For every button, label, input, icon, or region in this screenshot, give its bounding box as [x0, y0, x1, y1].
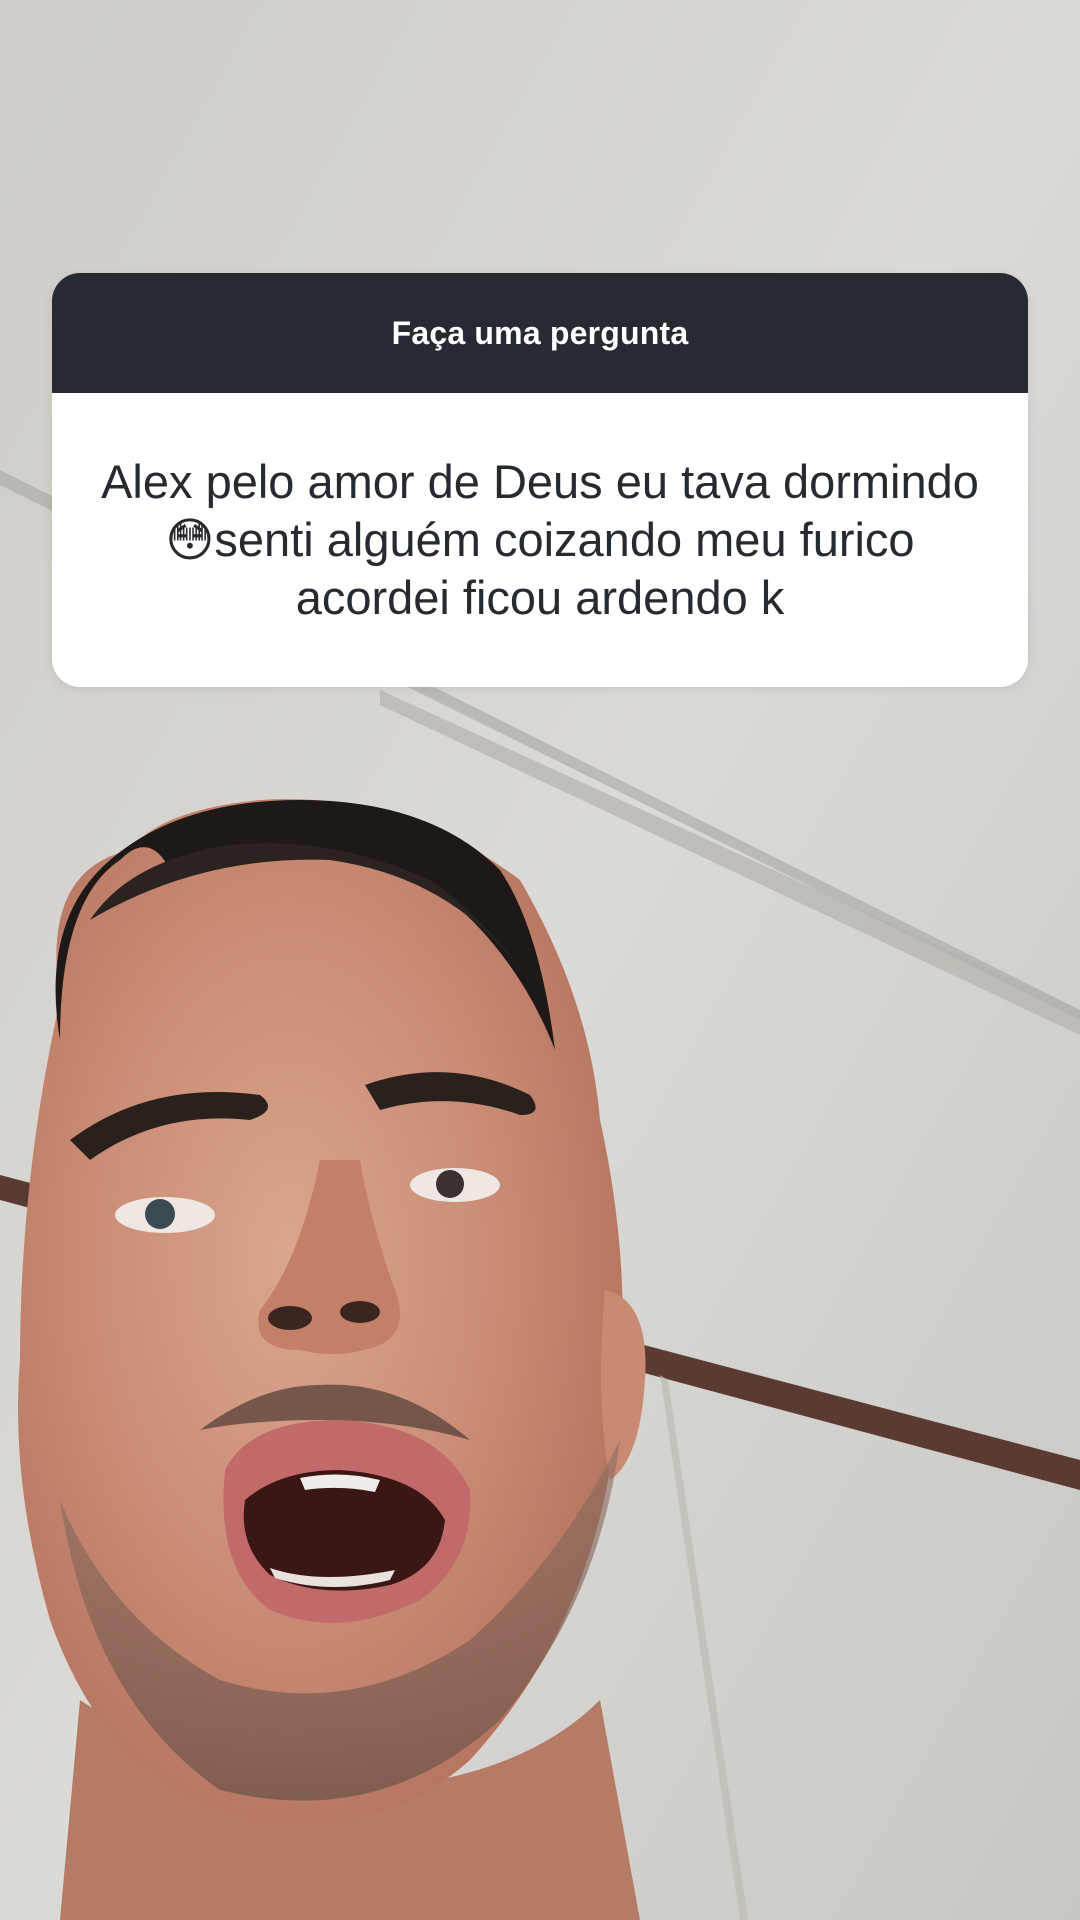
question-sticker-body: Alex pelo amor de Deus eu tava dormindo😳… — [52, 393, 1028, 687]
question-sticker-header: Faça uma pergunta — [52, 273, 1028, 393]
question-sticker[interactable]: Faça uma pergunta Alex pelo amor de Deus… — [52, 273, 1028, 687]
question-sticker-title: Faça uma pergunta — [391, 314, 689, 351]
question-text: Alex pelo amor de Deus eu tava dormindo😳… — [101, 455, 979, 624]
